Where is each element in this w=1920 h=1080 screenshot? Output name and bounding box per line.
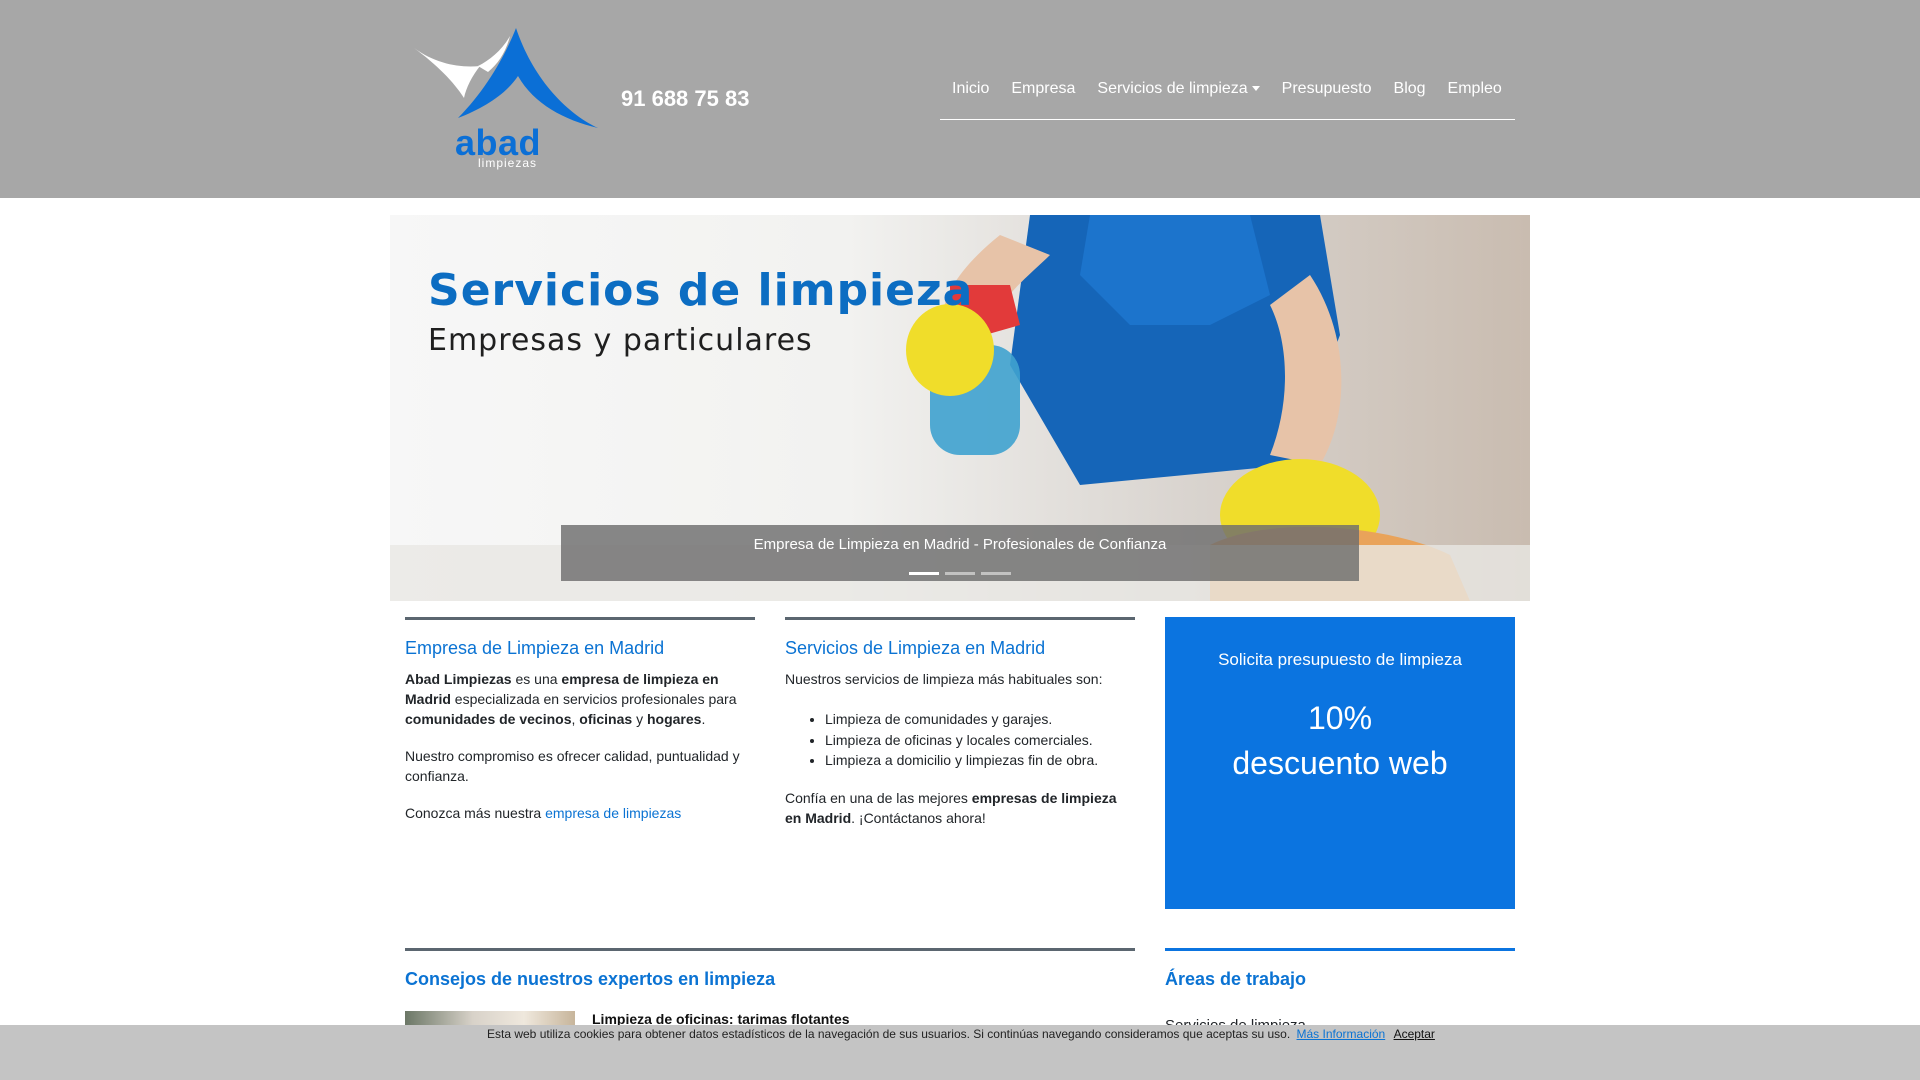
carousel-indicator-1[interactable] xyxy=(909,572,939,575)
nav-empresa[interactable]: Empresa xyxy=(1011,80,1075,98)
logo-subtext: limpiezas xyxy=(478,156,538,170)
empresa-link[interactable]: empresa de limpiezas xyxy=(545,805,681,821)
servicios-heading: Servicios de Limpieza en Madrid xyxy=(785,638,1046,658)
empresa-paragraph-3: Conozca más nuestra empresa de limpiezas xyxy=(405,805,682,821)
cookie-accept-button[interactable]: Aceptar xyxy=(1394,1027,1435,1041)
consejos-heading: Consejos de nuestros expertos en limpiez… xyxy=(405,969,776,989)
areas-heading: Áreas de trabajo xyxy=(1165,969,1307,989)
nav-servicios-label: Servicios de limpieza xyxy=(1097,80,1248,97)
empresa-heading: Empresa de Limpieza en Madrid xyxy=(405,638,665,658)
hero-title: Servicios de limpieza xyxy=(428,265,974,316)
carousel-caption: Empresa de Limpieza en Madrid - Profesio… xyxy=(561,525,1359,581)
list-item: Limpieza de oficinas y locales comercial… xyxy=(825,730,1135,751)
consejos-section: Consejos de nuestros expertos en limpiez… xyxy=(405,948,1135,1051)
cookie-text: Esta web utiliza cookies para obtener da… xyxy=(487,1027,1291,1041)
presupuesto-promo-box[interactable]: Solicita presupuesto de limpieza 10% des… xyxy=(1165,617,1515,909)
empresa-section: Empresa de Limpieza en Madrid Abad Limpi… xyxy=(405,617,755,840)
cookie-more-info-link[interactable]: Más Información xyxy=(1297,1027,1386,1041)
carousel-indicator-2[interactable] xyxy=(945,572,975,575)
promo-discount-label: descuento web xyxy=(1232,745,1448,781)
hero-carousel[interactable]: Servicios de limpieza Empresas y particu… xyxy=(390,215,1530,601)
list-item: Limpieza de comunidades y garajes. xyxy=(825,709,1135,730)
cookie-banner: Esta web utiliza cookies para obtener da… xyxy=(0,1025,1920,1080)
carousel-indicators xyxy=(561,572,1359,575)
cookie-content: Esta web utiliza cookies para obtener da… xyxy=(487,1027,1435,1041)
caption-text: Empresa de Limpieza en Madrid - Profesio… xyxy=(753,536,1167,553)
nav-presupuesto[interactable]: Presupuesto xyxy=(1282,80,1372,98)
servicios-intro: Nuestros servicios de limpieza más habit… xyxy=(785,671,1103,687)
nav-blog[interactable]: Blog xyxy=(1394,80,1426,98)
servicios-closing: Confía en una de las mejores empresas de… xyxy=(785,789,1117,826)
promo-discount: 10% xyxy=(1307,700,1373,736)
nav-inicio[interactable]: Inicio xyxy=(952,80,989,98)
areas-section: Áreas de trabajo Servicios de limpieza xyxy=(1165,948,1515,1034)
empresa-paragraph-1: Abad Limpiezas es una empresa de limpiez… xyxy=(405,671,737,727)
nav-empleo[interactable]: Empleo xyxy=(1448,80,1502,98)
empresa-paragraph-2: Nuestro compromiso es ofrecer calidad, p… xyxy=(405,748,740,784)
site-header: abad limpiezas 91 688 75 83 Inicio Empre… xyxy=(0,0,1920,198)
nav-servicios-dropdown[interactable]: Servicios de limpieza xyxy=(1097,80,1260,98)
carousel-indicator-3[interactable] xyxy=(981,572,1011,575)
phone-number[interactable]: 91 688 75 83 xyxy=(621,86,749,112)
servicios-section: Servicios de Limpieza en Madrid Nuestros… xyxy=(785,617,1135,845)
servicios-list: Limpieza de comunidades y garajes. Limpi… xyxy=(825,709,1135,771)
promo-title: Solicita presupuesto de limpieza xyxy=(1218,650,1462,669)
hero-subtitle: Empresas y particulares xyxy=(428,323,813,358)
main-nav: Inicio Empresa Servicios de limpieza Pre… xyxy=(940,80,1515,120)
list-item: Limpieza a domicilio y limpiezas fin de … xyxy=(825,750,1135,771)
caret-down-icon xyxy=(1251,86,1260,92)
